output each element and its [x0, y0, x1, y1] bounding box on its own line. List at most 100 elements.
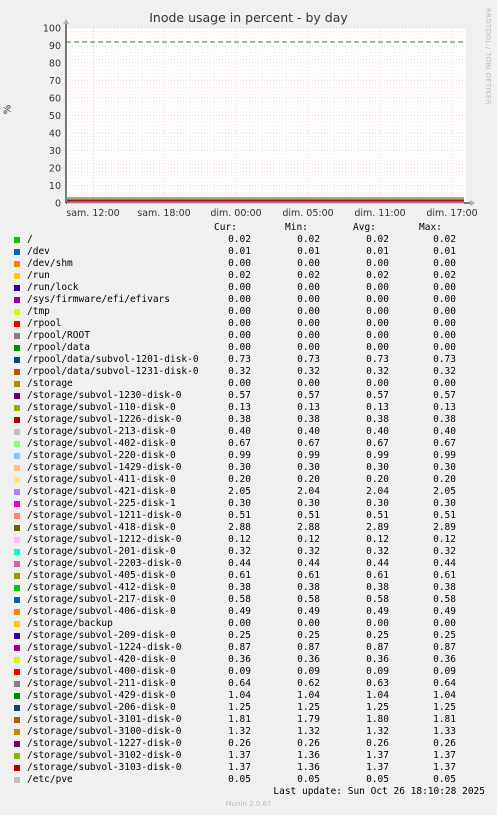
- legend-series-name: /etc/pve: [27, 774, 73, 785]
- legend-series-name: /storage/subvol-213-disk-0: [27, 426, 176, 437]
- legend-series-name: /storage/subvol-3100-disk-0: [27, 726, 182, 737]
- legend-min-value: 0.61: [297, 570, 320, 581]
- legend-cur-value: 1.04: [228, 690, 251, 701]
- legend-min-value: 1.36: [297, 762, 320, 773]
- legend-min-value: 0.01: [297, 246, 320, 257]
- legend-swatch: [14, 597, 20, 603]
- legend-row: /storage/subvol-213-disk-0 0.40 0.40 0.40 0.…: [0, 426, 497, 438]
- legend-max-value: 0.00: [433, 318, 456, 329]
- legend-min-value: 0.32: [297, 366, 320, 377]
- legend-cur-value: 0.61: [228, 570, 251, 581]
- legend-row: /storage/subvol-402-disk-0 0.67 0.67 0.67 0.…: [0, 438, 497, 450]
- legend-cur-value: 0.87: [228, 642, 251, 653]
- x-tick-label: sam. 12:00: [66, 208, 119, 219]
- legend-min-value: 1.79: [297, 714, 320, 725]
- legend-swatch: [14, 429, 20, 435]
- x-tick-label: dim. 05:00: [282, 208, 333, 219]
- legend-cur-value: 0.26: [228, 738, 251, 749]
- y-tick-label: 40: [49, 129, 61, 140]
- legend-row: /storage/subvol-2203-disk-0 0.44 0.44 0.44 0…: [0, 558, 497, 570]
- legend-min-value: 0.44: [297, 558, 320, 569]
- legend-cur-value: 1.37: [228, 750, 251, 761]
- legend-swatch: [14, 537, 20, 543]
- legend-row: /storage/subvol-1230-disk-0 0.57 0.57 0.57 0…: [0, 390, 497, 402]
- legend-max-value: 0.32: [433, 366, 456, 377]
- legend-cur-value: 0.02: [228, 234, 251, 245]
- legend-series-name: /rpool/data/subvol-1231-disk-0: [27, 366, 199, 377]
- legend-cur-value: 0.12: [228, 534, 251, 545]
- legend-avg-value: 2.04: [366, 486, 389, 497]
- legend-swatch: [14, 441, 20, 447]
- legend-series-name: /storage/subvol-2203-disk-0: [27, 558, 182, 569]
- legend-series-name: /storage/subvol-3103-disk-0: [27, 762, 182, 773]
- legend-row: / 0.02 0.02 0.02 0.02: [0, 234, 497, 246]
- legend-max-value: 0.12: [433, 534, 456, 545]
- legend-cur-value: 1.25: [228, 702, 251, 713]
- legend-swatch: [14, 681, 20, 687]
- legend-series-name: /storage/subvol-421-disk-0: [27, 486, 176, 497]
- y-tick-label: 0: [55, 199, 61, 210]
- legend-cur-value: 0.44: [228, 558, 251, 569]
- legend-avg-value: 2.89: [366, 522, 389, 533]
- legend-row: /storage/subvol-206-disk-0 1.25 1.25 1.25 1.…: [0, 702, 497, 714]
- legend-min-value: 0.12: [297, 534, 320, 545]
- legend-series-name: /storage/subvol-110-disk-0: [27, 402, 176, 413]
- legend-swatch: [14, 549, 20, 555]
- legend-avg-value: 0.12: [366, 534, 389, 545]
- legend-max-value: 0.61: [433, 570, 456, 581]
- legend-swatch: [14, 489, 20, 495]
- legend-cur-value: 0.25: [228, 630, 251, 641]
- legend-row: /etc/pve 0.05 0.05 0.05 0.05: [0, 774, 497, 786]
- legend-min-value: 1.36: [297, 750, 320, 761]
- legend-swatch: [14, 765, 20, 771]
- legend-min-value: 0.38: [297, 582, 320, 593]
- legend-avg-value: 0.00: [366, 258, 389, 269]
- legend-swatch: [14, 453, 20, 459]
- legend-row: /storage/subvol-3101-disk-0 1.81 1.79 1.80 1…: [0, 714, 497, 726]
- legend-swatch: [14, 417, 20, 423]
- legend-row: /storage/subvol-211-disk-0 0.64 0.62 0.63 0.…: [0, 678, 497, 690]
- legend-row: /storage/subvol-1226-disk-0 0.38 0.38 0.38 0…: [0, 414, 497, 426]
- legend-max-value: 1.04: [433, 690, 456, 701]
- legend-cur-value: 0.40: [228, 426, 251, 437]
- legend-cur-value: 0.38: [228, 414, 251, 425]
- legend-swatch: [14, 525, 20, 531]
- legend-avg-value: 0.00: [366, 330, 389, 341]
- legend-avg-value: 0.38: [366, 414, 389, 425]
- legend-max-value: 0.64: [433, 678, 456, 689]
- legend-series-name: /sys/firmware/efi/efivars: [27, 294, 170, 305]
- legend-cur-value: 0.67: [228, 438, 251, 449]
- legend-row: /storage/backup 0.00 0.00 0.00 0.00: [0, 618, 497, 630]
- legend-avg-value: 0.00: [366, 618, 389, 629]
- legend-swatch: [14, 609, 20, 615]
- legend-max-value: 1.37: [433, 750, 456, 761]
- legend-avg-value: 1.04: [366, 690, 389, 701]
- legend-series-name: /storage/subvol-1429-disk-0: [27, 462, 182, 473]
- legend-swatch: [14, 669, 20, 675]
- legend-min-value: 0.05: [297, 774, 320, 785]
- legend-cur-value: 0.20: [228, 474, 251, 485]
- legend-cur-value: 0.38: [228, 582, 251, 593]
- legend-cur-value: 0.00: [228, 342, 251, 353]
- legend-series-name: /storage/subvol-405-disk-0: [27, 570, 176, 581]
- legend-series-name: /run: [27, 270, 50, 281]
- legend-row: /tmp 0.00 0.00 0.00 0.00: [0, 306, 497, 318]
- legend-min-value: 0.00: [297, 618, 320, 629]
- legend-min-value: 0.32: [297, 546, 320, 557]
- legend-avg-value: 0.20: [366, 474, 389, 485]
- legend-max-value: 0.57: [433, 390, 456, 401]
- legend-series-name: /storage/subvol-1211-disk-0: [27, 510, 182, 521]
- legend-max-value: 0.32: [433, 546, 456, 557]
- legend-series-name: /storage/subvol-1227-disk-0: [27, 738, 182, 749]
- legend-cur-value: 0.30: [228, 498, 251, 509]
- legend-avg-value: 0.09: [366, 666, 389, 677]
- legend-avg-value: 0.49: [366, 606, 389, 617]
- legend-max-value: 0.09: [433, 666, 456, 677]
- legend-swatch: [14, 357, 20, 363]
- legend-cur-value: 0.02: [228, 270, 251, 281]
- legend-series-name: /storage/subvol-211-disk-0: [27, 678, 176, 689]
- legend-avg-value: 0.61: [366, 570, 389, 581]
- legend-row: /storage/subvol-1429-disk-0 0.30 0.30 0.30 0…: [0, 462, 497, 474]
- legend-series-name: /storage/subvol-406-disk-0: [27, 606, 176, 617]
- legend-series-name: /storage/subvol-217-disk-0: [27, 594, 176, 605]
